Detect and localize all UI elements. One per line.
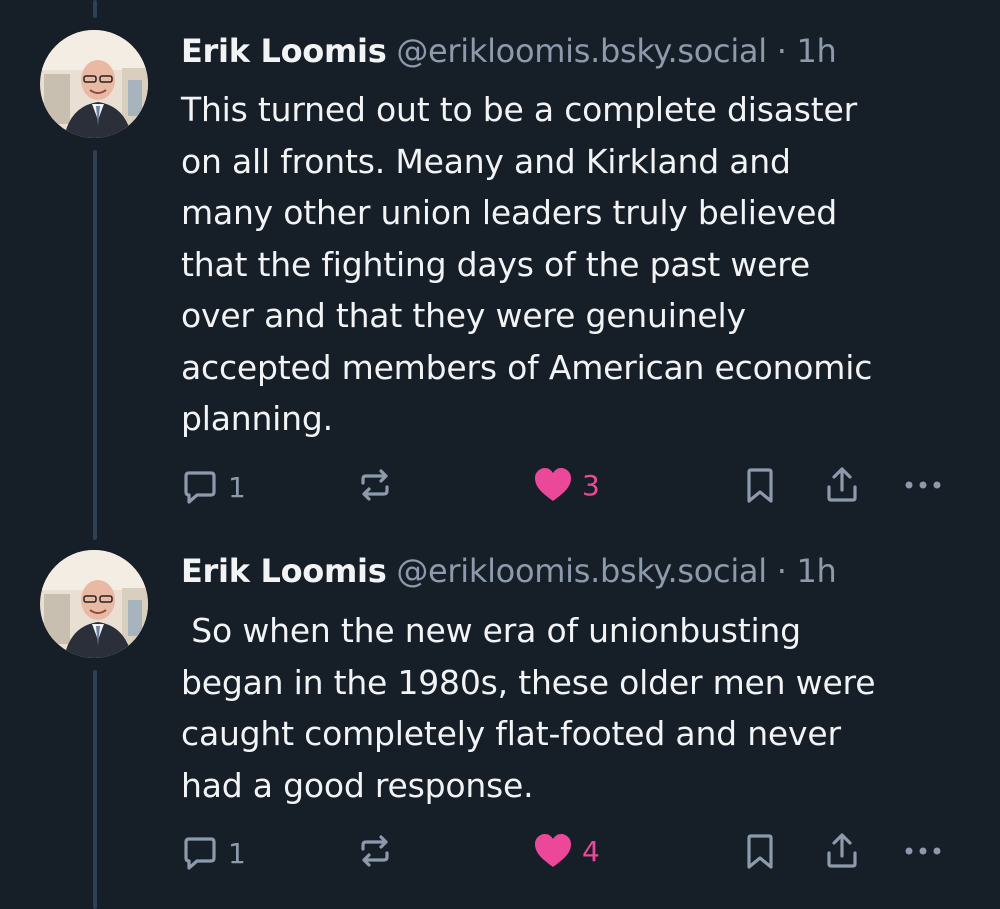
- post-time[interactable]: 1h: [796, 552, 836, 590]
- heart-icon: [535, 834, 571, 867]
- like-count: 4: [582, 834, 600, 868]
- repost-button[interactable]: [355, 831, 395, 871]
- post-text: So when the new era of unionbusting bega…: [181, 611, 876, 805]
- bookmark-button[interactable]: [742, 832, 778, 872]
- avatar-image: [40, 550, 148, 658]
- like-button[interactable]: 4: [532, 831, 600, 871]
- repost-icon: [361, 835, 389, 867]
- avatar[interactable]: [40, 550, 148, 658]
- bookmark-icon: [747, 834, 773, 869]
- reply-icon: [184, 837, 216, 870]
- author-name[interactable]: Erik Loomis: [181, 552, 387, 590]
- reply-button[interactable]: 1: [180, 833, 246, 873]
- share-button[interactable]: [822, 831, 862, 871]
- more-icon: [905, 847, 941, 855]
- more-options-button[interactable]: [902, 833, 944, 869]
- share-icon: [827, 833, 857, 868]
- post[interactable]: Erik Loomis @erikloomis.bsky.social · 1h…: [0, 0, 1000, 909]
- post-header: Erik Loomis @erikloomis.bsky.social · 1h: [181, 551, 837, 591]
- separator: ·: [776, 552, 787, 590]
- thread-view: Erik Loomis @erikloomis.bsky.social · 1h…: [0, 0, 1000, 909]
- reply-count: 1: [228, 836, 246, 870]
- author-handle[interactable]: @erikloomis.bsky.social: [396, 552, 767, 590]
